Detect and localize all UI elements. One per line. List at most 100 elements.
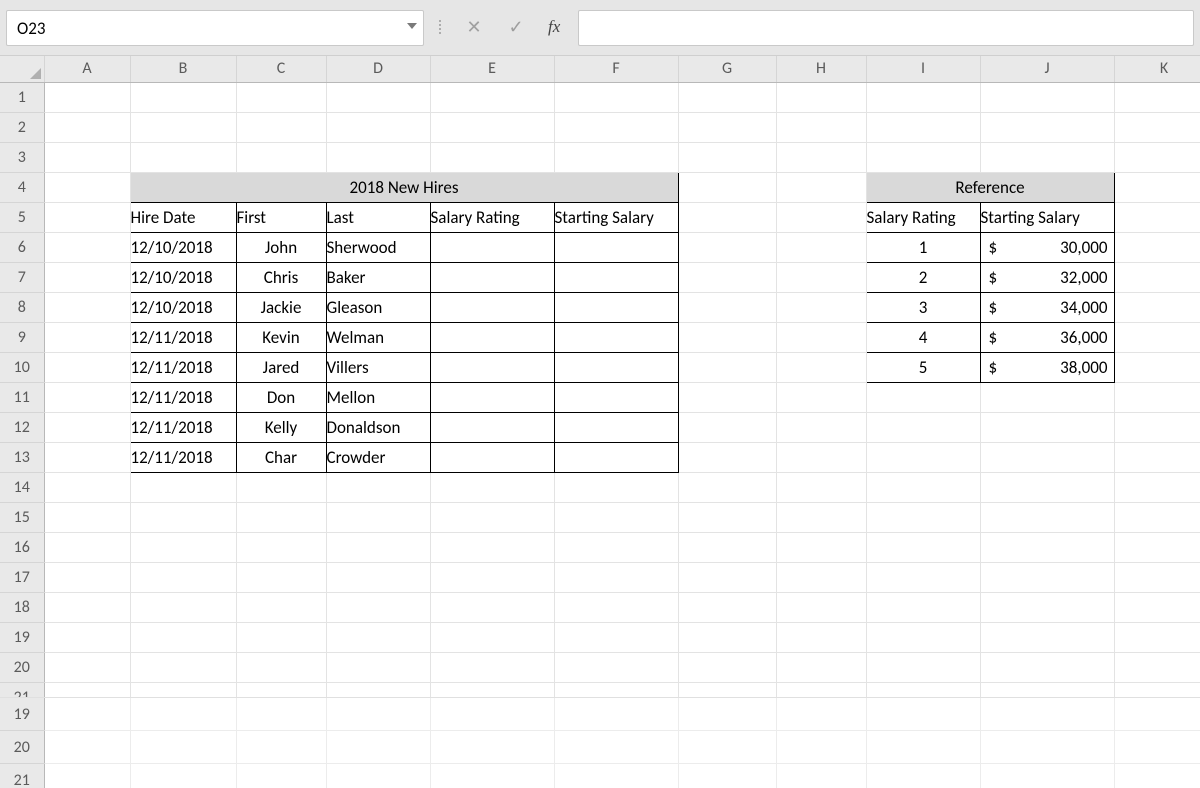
cell[interactable] xyxy=(554,82,678,112)
cell[interactable] xyxy=(678,562,776,592)
cell[interactable] xyxy=(554,112,678,142)
cell[interactable] xyxy=(866,382,980,412)
cell[interactable] xyxy=(44,412,130,442)
row-header[interactable]: 19 xyxy=(0,698,44,731)
cell[interactable] xyxy=(1114,112,1200,142)
cell[interactable] xyxy=(44,731,130,764)
cell[interactable] xyxy=(678,472,776,502)
cell[interactable] xyxy=(44,562,130,592)
hires-cell[interactable]: Baker xyxy=(326,262,430,292)
cell[interactable] xyxy=(980,112,1114,142)
cell[interactable] xyxy=(980,382,1114,412)
hires-cell[interactable] xyxy=(554,292,678,322)
cell[interactable] xyxy=(236,112,326,142)
cell[interactable] xyxy=(430,112,554,142)
cell[interactable] xyxy=(980,442,1114,472)
cell[interactable] xyxy=(776,442,866,472)
hires-hdr-last[interactable]: Last xyxy=(326,202,430,232)
hires-cell[interactable]: 12/11/2018 xyxy=(130,322,236,352)
cell[interactable] xyxy=(44,112,130,142)
ref-cell[interactable]: 1 xyxy=(866,232,980,262)
row-header[interactable]: 13 xyxy=(0,442,44,472)
cell[interactable] xyxy=(326,622,430,652)
cell[interactable] xyxy=(1114,502,1200,532)
name-box-input[interactable] xyxy=(7,18,423,39)
row-header[interactable]: 12 xyxy=(0,412,44,442)
cell[interactable] xyxy=(236,592,326,622)
hires-cell[interactable]: 12/10/2018 xyxy=(130,262,236,292)
cell[interactable] xyxy=(44,382,130,412)
cell[interactable] xyxy=(1114,412,1200,442)
cell[interactable] xyxy=(1114,352,1200,382)
cell[interactable] xyxy=(326,698,430,731)
cell[interactable] xyxy=(44,172,130,202)
hires-cell[interactable] xyxy=(430,232,554,262)
cell[interactable] xyxy=(554,562,678,592)
row-header[interactable]: 20 xyxy=(0,652,44,682)
cell[interactable] xyxy=(776,112,866,142)
hires-cell[interactable] xyxy=(554,382,678,412)
cell[interactable] xyxy=(980,142,1114,172)
hires-cell[interactable]: Welman xyxy=(326,322,430,352)
hires-hdr-date[interactable]: Hire Date xyxy=(130,202,236,232)
cell[interactable] xyxy=(776,382,866,412)
hires-cell[interactable]: Chris xyxy=(236,262,326,292)
ref-cell[interactable]: 2 xyxy=(866,262,980,292)
cell[interactable] xyxy=(430,764,554,788)
cell[interactable] xyxy=(1114,202,1200,232)
hires-cell[interactable]: Mellon xyxy=(326,382,430,412)
cell[interactable] xyxy=(130,731,236,764)
cell[interactable] xyxy=(236,698,326,731)
hires-cell[interactable] xyxy=(554,262,678,292)
col-header-I[interactable]: I xyxy=(866,56,980,82)
ref-hdr-rating[interactable]: Salary Rating xyxy=(866,202,980,232)
cell[interactable] xyxy=(1114,731,1200,764)
cell[interactable] xyxy=(130,532,236,562)
cell[interactable] xyxy=(236,622,326,652)
cell[interactable] xyxy=(1114,532,1200,562)
cell[interactable] xyxy=(44,592,130,622)
cell[interactable] xyxy=(866,82,980,112)
cell[interactable] xyxy=(44,698,130,731)
cell[interactable] xyxy=(1114,442,1200,472)
hires-cell[interactable]: Gleason xyxy=(326,292,430,322)
cell[interactable] xyxy=(44,764,130,788)
cell[interactable] xyxy=(678,592,776,622)
cell[interactable] xyxy=(776,262,866,292)
cell[interactable] xyxy=(1114,472,1200,502)
cell[interactable] xyxy=(130,112,236,142)
cell[interactable] xyxy=(1114,292,1200,322)
cell[interactable] xyxy=(326,532,430,562)
cell[interactable] xyxy=(326,472,430,502)
cell[interactable] xyxy=(430,731,554,764)
cell[interactable] xyxy=(44,262,130,292)
ref-cell[interactable]: $32,000 xyxy=(980,262,1114,292)
hires-cell[interactable] xyxy=(430,262,554,292)
ref-cell[interactable]: 4 xyxy=(866,322,980,352)
cell[interactable] xyxy=(130,472,236,502)
row-header[interactable]: 3 xyxy=(0,142,44,172)
cell[interactable] xyxy=(866,562,980,592)
cell[interactable] xyxy=(554,652,678,682)
cell[interactable] xyxy=(678,622,776,652)
hires-cell[interactable]: Villers xyxy=(326,352,430,382)
cell[interactable] xyxy=(1114,652,1200,682)
ref-cell[interactable]: 5 xyxy=(866,352,980,382)
cell[interactable] xyxy=(326,82,430,112)
insert-function-icon[interactable]: fx xyxy=(548,17,560,37)
cell[interactable] xyxy=(554,532,678,562)
formula-bar-resize-handle[interactable] xyxy=(434,10,446,44)
ref-cell[interactable]: 3 xyxy=(866,292,980,322)
hires-cell[interactable]: Char xyxy=(236,442,326,472)
hires-cell[interactable]: John xyxy=(236,232,326,262)
cell[interactable] xyxy=(980,592,1114,622)
cell[interactable] xyxy=(866,698,980,731)
row-header[interactable]: 2 xyxy=(0,112,44,142)
cell[interactable] xyxy=(430,562,554,592)
cell[interactable] xyxy=(130,82,236,112)
cell[interactable] xyxy=(980,731,1114,764)
cell[interactable] xyxy=(430,698,554,731)
cell[interactable] xyxy=(678,202,776,232)
cell[interactable] xyxy=(776,232,866,262)
cell[interactable] xyxy=(866,532,980,562)
